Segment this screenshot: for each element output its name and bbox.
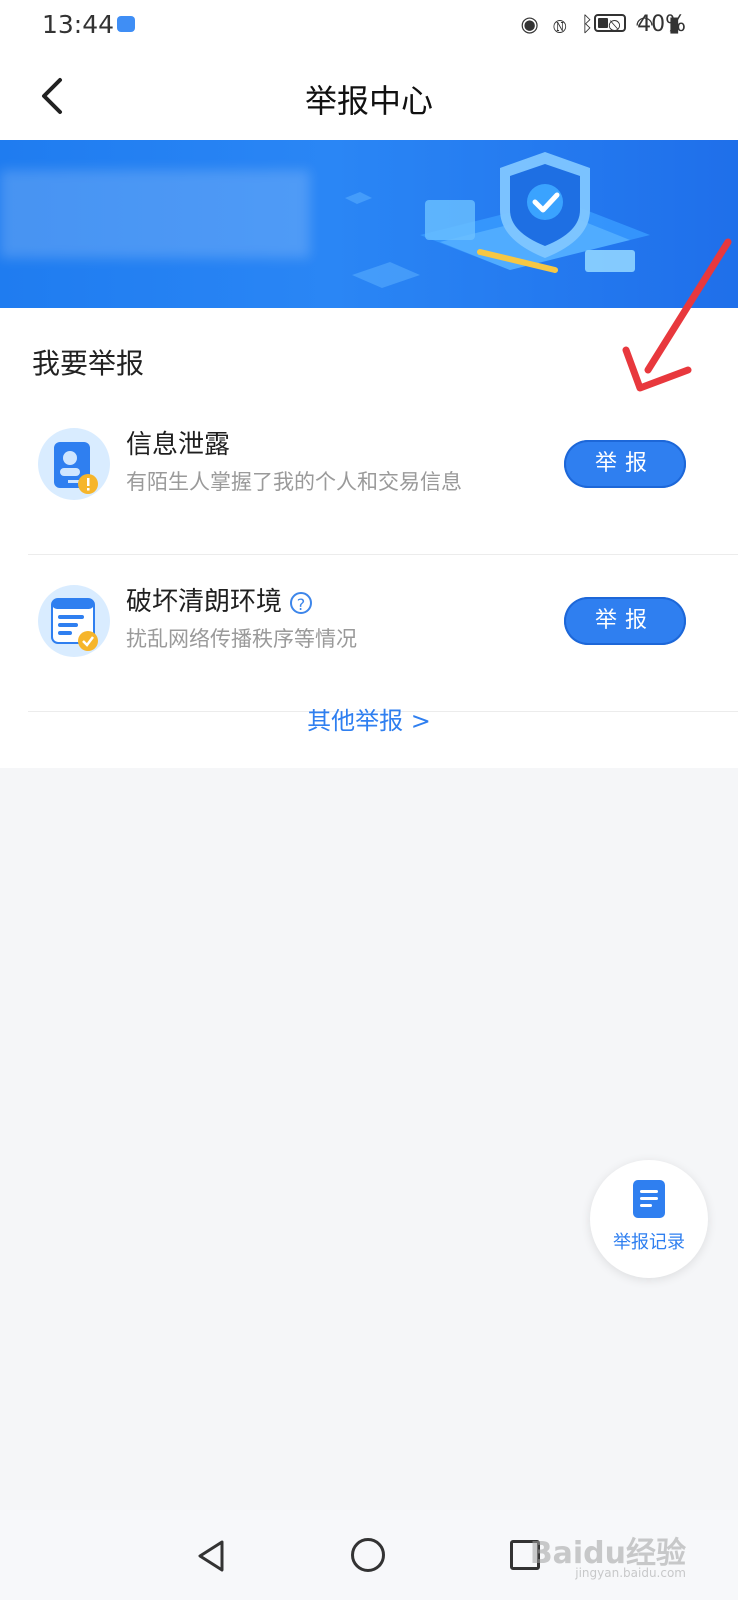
eye-icon: ◉ xyxy=(520,12,543,36)
battery-percent: 40% xyxy=(637,12,686,37)
item-description: 有陌生人掌握了我的个人和交易信息 xyxy=(126,470,462,494)
item-title-text: 破坏清朗环境 xyxy=(126,587,283,617)
report-records-button[interactable]: 举报记录 xyxy=(590,1160,708,1278)
item-description: 扰乱网络传播秩序等情况 xyxy=(126,627,357,651)
battery-icon xyxy=(594,14,626,32)
item-title: 信息泄露 xyxy=(126,430,231,460)
nav-home-icon[interactable] xyxy=(351,1538,385,1572)
section-title: 我要举报 xyxy=(32,347,145,380)
help-icon[interactable]: ? xyxy=(290,591,313,614)
report-item-info-leak: 信息泄露 有陌生人掌握了我的个人和交易信息 举报 xyxy=(28,398,738,555)
nav-back-icon[interactable] xyxy=(194,1538,228,1574)
record-list-icon xyxy=(633,1180,665,1218)
report-item-environment: 破坏清朗环境? 扰乱网络传播秩序等情况 举报 xyxy=(28,555,738,712)
document-icon xyxy=(38,585,110,657)
id-card-icon xyxy=(38,428,110,500)
annotation-arrow-icon xyxy=(622,238,732,392)
report-button-environment[interactable]: 举报 xyxy=(564,597,686,645)
page-title: 举报中心 xyxy=(304,82,433,120)
status-bar: 13:44 ◉ Ⓝ ᛒ ⍉ ◠ ▮ 40% xyxy=(0,0,738,52)
report-button-info-leak[interactable]: 举报 xyxy=(564,440,686,488)
watermark-url: jingyan.baidu.com xyxy=(575,1566,686,1580)
system-nav-bar: Baidu经验 jingyan.baidu.com xyxy=(0,1510,738,1600)
fab-label: 举报记录 xyxy=(613,1232,685,1253)
cloud-icon xyxy=(117,16,135,32)
nfc-icon: Ⓝ xyxy=(553,12,571,36)
nav-bar: 举报中心 xyxy=(0,52,738,140)
status-time: 13:44 xyxy=(42,10,115,39)
other-report-link[interactable]: 其他举报 > xyxy=(0,701,738,736)
item-title: 破坏清朗环境? xyxy=(126,581,313,618)
